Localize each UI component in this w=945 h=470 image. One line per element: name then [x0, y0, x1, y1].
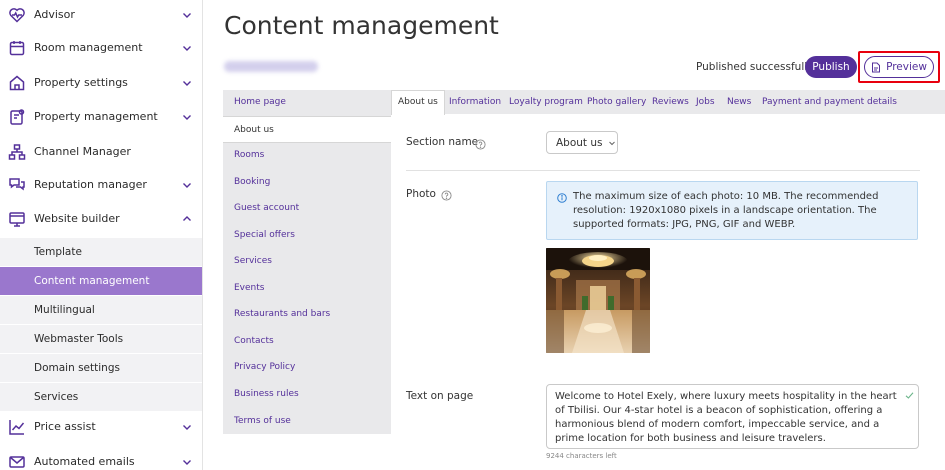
- tab-payment-details[interactable]: Payment and payment details: [762, 90, 897, 114]
- page-item-about-us[interactable]: About us: [223, 116, 391, 143]
- characters-left-counter: 9244 characters left: [546, 452, 617, 460]
- page-item-terms-of-use[interactable]: Terms of use: [223, 414, 391, 434]
- sidebar-item-label: Property settings: [34, 76, 128, 89]
- sidebar-item-label: Price assist: [34, 420, 96, 433]
- content-tabs: About us Information Loyalty program Pho…: [391, 90, 945, 115]
- sidebar-subitem-label: Content management: [34, 275, 150, 287]
- envelope-icon: [8, 453, 26, 470]
- chevron-down-icon: [182, 180, 192, 190]
- sidebar-subitem-webmaster-tools[interactable]: Webmaster Tools: [0, 324, 202, 353]
- chevron-down-icon: [182, 43, 192, 53]
- text-on-page-label: Text on page: [406, 390, 474, 402]
- page-item-rooms[interactable]: Rooms: [223, 148, 391, 168]
- sidebar-item-channel-manager[interactable]: Channel Manager: [0, 142, 202, 162]
- sidebar-item-reputation-manager[interactable]: Reputation manager: [0, 175, 202, 195]
- page-item-booking[interactable]: Booking: [223, 175, 391, 195]
- chevron-down-icon: [182, 112, 192, 122]
- text-on-page-value: Welcome to Hotel Exely, where luxury mee…: [555, 391, 897, 444]
- sidebar-subitem-content-management[interactable]: Content management: [0, 266, 202, 295]
- sidebar-subitem-label: Template: [34, 246, 82, 258]
- sidebar-item-label: Room management: [34, 41, 143, 54]
- page-item-home[interactable]: Home page: [223, 94, 391, 114]
- sidebar-subitem-label: Services: [34, 391, 79, 403]
- page-item-business-rules[interactable]: Business rules: [223, 387, 391, 407]
- hotel-lobby-photo[interactable]: [546, 248, 650, 353]
- house-icon: [8, 74, 26, 92]
- chevron-down-icon: [182, 422, 192, 432]
- section-name-select[interactable]: About us: [546, 131, 618, 154]
- site-url-link-blurred[interactable]: [224, 61, 318, 72]
- tab-information[interactable]: Information: [449, 90, 501, 114]
- tab-news[interactable]: News: [727, 90, 751, 114]
- sidebar-subitem-label: Domain settings: [34, 362, 120, 374]
- page-item-restaurants-and-bars[interactable]: Restaurants and bars: [223, 307, 391, 327]
- sitemap-icon: [8, 143, 26, 161]
- sidebar-item-label: Property management: [34, 110, 158, 123]
- sidebar-item-label: Channel Manager: [34, 145, 131, 158]
- sidebar-item-label: Website builder: [34, 212, 120, 225]
- chevron-down-icon: [608, 141, 615, 145]
- page-item-contacts[interactable]: Contacts: [223, 334, 391, 354]
- section-name-label: Section name: [406, 136, 479, 148]
- info-icon: [557, 193, 567, 203]
- publish-button[interactable]: Publish: [805, 56, 857, 78]
- sidebar-subitem-services[interactable]: Services: [0, 382, 202, 411]
- tab-jobs[interactable]: Jobs: [696, 90, 715, 114]
- calendar-icon: [8, 39, 26, 57]
- section-name-value: About us: [556, 136, 603, 149]
- clipboard-gear-icon: [8, 108, 26, 126]
- help-icon[interactable]: [441, 190, 452, 201]
- monitor-icon: [8, 210, 26, 228]
- tab-loyalty-program[interactable]: Loyalty program: [509, 90, 583, 114]
- page-item-guest-account[interactable]: Guest account: [223, 201, 391, 221]
- preview-button[interactable]: Preview: [864, 56, 934, 78]
- sidebar-item-room-management[interactable]: Room management: [0, 38, 202, 58]
- chevron-down-icon: [182, 10, 192, 20]
- chevron-down-icon: [182, 78, 192, 88]
- sidebar-item-label: Automated emails: [34, 455, 135, 468]
- sidebar-subitem-multilingual[interactable]: Multilingual: [0, 295, 202, 324]
- divider: [406, 170, 920, 171]
- page-item-events[interactable]: Events: [223, 281, 391, 301]
- chevron-up-icon: [182, 214, 192, 224]
- sidebar-item-property-management[interactable]: Property management: [0, 107, 202, 127]
- tab-reviews[interactable]: Reviews: [652, 90, 689, 114]
- sidebar-subitem-label: Webmaster Tools: [34, 333, 124, 345]
- page-item-services[interactable]: Services: [223, 254, 391, 274]
- sidebar-item-label: Advisor: [34, 8, 75, 21]
- check-icon: [905, 392, 914, 399]
- sidebar-item-website-builder[interactable]: Website builder: [0, 209, 202, 229]
- tab-photo-gallery[interactable]: Photo gallery: [587, 90, 646, 114]
- sidebar-subitem-domain-settings[interactable]: Domain settings: [0, 353, 202, 382]
- pages-list: Home page About us Rooms Booking Guest a…: [223, 90, 391, 434]
- sidebar-item-property-settings[interactable]: Property settings: [0, 73, 202, 93]
- preview-button-label: Preview: [886, 61, 927, 73]
- tab-about-us[interactable]: About us: [391, 90, 445, 115]
- sidebar-item-advisor[interactable]: Advisor: [0, 5, 202, 25]
- photo-info-box: The maximum size of each photo: 10 MB. T…: [546, 181, 918, 240]
- chat-bubbles-icon: [8, 176, 26, 194]
- chevron-down-icon: [182, 457, 192, 467]
- help-icon[interactable]: [475, 139, 486, 150]
- sidebar-item-automated-emails[interactable]: Automated emails: [0, 452, 202, 470]
- text-on-page-textarea[interactable]: Welcome to Hotel Exely, where luxury mee…: [546, 384, 919, 449]
- sidebar-item-price-assist[interactable]: Price assist: [0, 417, 202, 437]
- sidebar-item-label: Reputation manager: [34, 178, 147, 191]
- page-item-special-offers[interactable]: Special offers: [223, 228, 391, 248]
- page-title: Content management: [224, 11, 499, 40]
- sidebar-subitem-template[interactable]: Template: [0, 237, 202, 266]
- sidebar-subitem-label: Multilingual: [34, 304, 95, 316]
- document-icon: [872, 62, 881, 72]
- heart-pulse-icon: [8, 6, 26, 24]
- page-item-privacy-policy[interactable]: Privacy Policy: [223, 360, 391, 380]
- photo-label: Photo: [406, 188, 436, 200]
- publish-status-text: Published successfully: [696, 61, 814, 73]
- photo-info-text: The maximum size of each photo: 10 MB. T…: [573, 191, 879, 230]
- chart-line-icon: [8, 418, 26, 436]
- sidebar: Advisor Room management Property setting…: [0, 0, 203, 470]
